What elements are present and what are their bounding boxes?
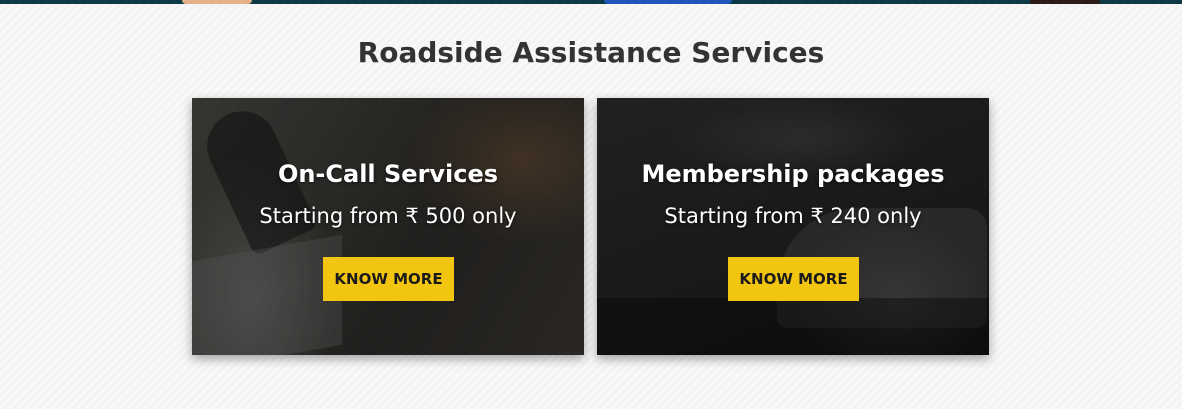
card-price-text: Starting from ₹ 240 only	[664, 204, 922, 228]
know-more-button[interactable]: KNOW MORE	[323, 257, 454, 301]
banner-shape	[182, 0, 252, 4]
card-content: Membership packages Starting from ₹ 240 …	[597, 98, 989, 355]
banner-shape	[1030, 0, 1100, 4]
card-title: Membership packages	[641, 160, 945, 188]
on-call-services-card[interactable]: On-Call Services Starting from ₹ 500 onl…	[192, 98, 584, 355]
card-content: On-Call Services Starting from ₹ 500 onl…	[192, 98, 584, 355]
top-banner-image	[0, 0, 1182, 4]
membership-packages-card[interactable]: Membership packages Starting from ₹ 240 …	[597, 98, 989, 355]
card-title: On-Call Services	[277, 160, 499, 188]
banner-shape	[604, 0, 732, 4]
know-more-button[interactable]: KNOW MORE	[728, 257, 859, 301]
card-price-text: Starting from ₹ 500 only	[259, 204, 517, 228]
section-title: Roadside Assistance Services	[357, 36, 825, 69]
